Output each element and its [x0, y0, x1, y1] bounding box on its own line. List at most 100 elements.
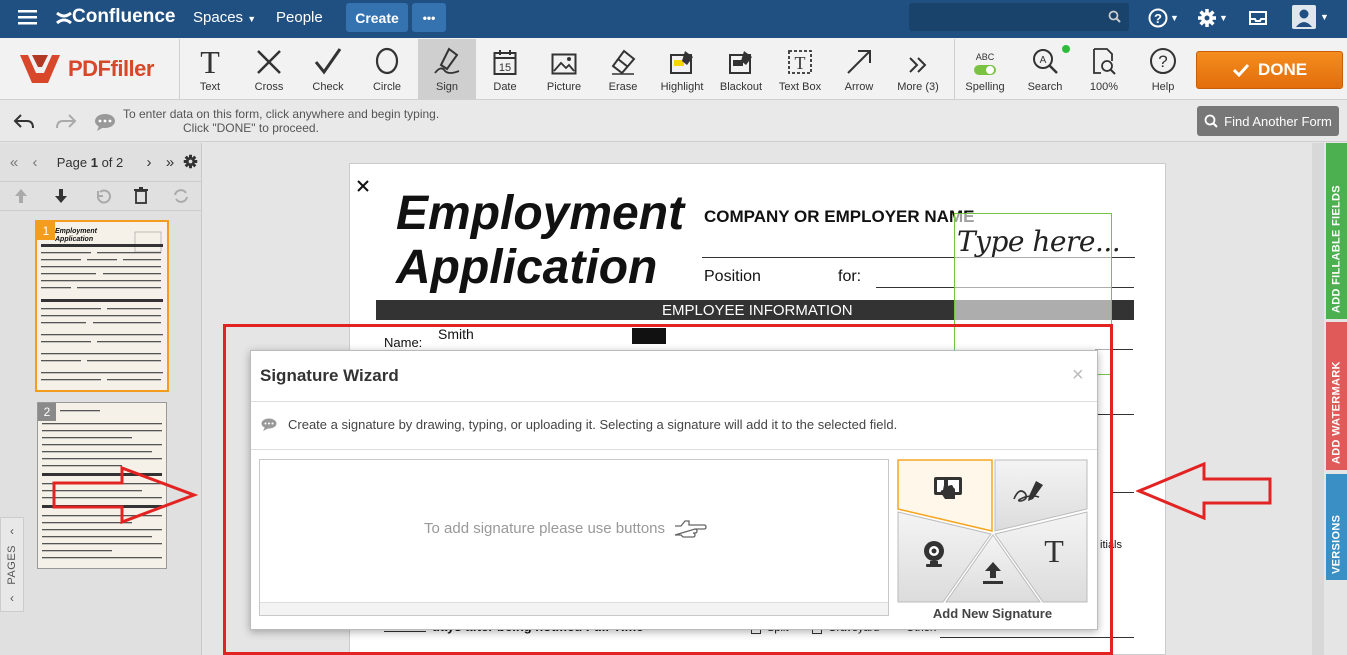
arrow-icon: [847, 50, 871, 74]
page-indicator: Page 1 of 2: [48, 149, 132, 175]
versions-tab[interactable]: VERSIONS: [1326, 474, 1347, 580]
tool-label: 100%: [1089, 81, 1119, 93]
help-menu-icon[interactable]: ? ▼: [1148, 8, 1179, 28]
tool-label: Search: [1027, 81, 1063, 93]
eraser-icon: [611, 49, 636, 75]
more-tools-button[interactable]: More (3): [889, 39, 947, 99]
check-icon: [1232, 63, 1250, 77]
pdffiller-logo-icon: [20, 55, 60, 83]
spelling-toggle-icon: [974, 65, 996, 75]
tool-label: Spelling: [965, 81, 1005, 93]
page-thumbnail-1[interactable]: Employment Application 1: [35, 220, 169, 392]
move-page-up-icon[interactable]: [14, 188, 28, 204]
zoom-button[interactable]: 100%: [1075, 39, 1133, 99]
info-line-2: Click "DONE" to proceed.: [183, 121, 319, 135]
done-button[interactable]: DONE: [1196, 51, 1343, 89]
search-status-dot-icon: [1062, 45, 1070, 53]
spaces-menu[interactable]: Spaces ▼: [193, 9, 256, 26]
create-more-button[interactable]: •••: [412, 3, 446, 32]
tool-label: Highlight: [660, 81, 704, 93]
dialog-description: Create a signature by drawing, typing, o…: [288, 417, 898, 432]
tool-label: Text: [199, 81, 221, 93]
rotate-page-icon[interactable]: [95, 188, 111, 204]
doc-for-label: for:: [838, 268, 862, 285]
more-icon: [909, 57, 927, 73]
text-tool-button[interactable]: T Text: [181, 39, 239, 99]
user-avatar-icon[interactable]: ▼: [1292, 5, 1329, 29]
svg-text:Application: Application: [54, 236, 93, 243]
pages-drawer-tab[interactable]: ‹ PAGES ‹: [0, 517, 24, 612]
help-button[interactable]: ? Help: [1134, 39, 1192, 99]
close-document-icon[interactable]: [356, 179, 370, 193]
signature-hint-text: To add signature please use buttons: [424, 519, 666, 537]
sign-tool-button[interactable]: Sign: [418, 39, 476, 99]
chevron-down-icon: ▼: [247, 14, 257, 24]
search-input[interactable]: [909, 3, 1129, 31]
arrow-tool-button[interactable]: Arrow: [830, 39, 888, 99]
doc-name-label: Name:: [384, 335, 423, 350]
search-icon: [1108, 10, 1121, 23]
next-page-button[interactable]: ›: [140, 149, 158, 175]
tool-label: Arrow: [844, 81, 874, 93]
close-dialog-button[interactable]: ×: [1072, 364, 1084, 387]
current-page: 1: [90, 154, 98, 170]
delete-page-icon[interactable]: [134, 187, 148, 204]
first-page-button[interactable]: «: [4, 149, 24, 175]
settings-gear-icon[interactable]: ▼: [1197, 8, 1228, 28]
search-icon: [1204, 114, 1218, 128]
spaces-label: Spaces: [193, 9, 244, 26]
tool-label: Check: [312, 81, 344, 93]
redo-icon[interactable]: [55, 112, 77, 130]
tool-label: Cross: [254, 81, 284, 93]
sign-icon: [434, 47, 460, 74]
signature-placeholder: Type here...: [957, 225, 1121, 258]
add-new-signature-label: Add New Signature: [932, 606, 1053, 621]
prev-page-button[interactable]: ‹: [26, 149, 44, 175]
page-prefix: Page: [56, 154, 88, 170]
textbox-tool-button[interactable]: T Text Box: [771, 39, 829, 99]
highlight-icon: [670, 51, 693, 74]
doc-position-label: Position: [704, 268, 761, 285]
svg-text:T: T: [795, 53, 806, 73]
pages-label: PAGES: [6, 544, 18, 585]
doc-name-value[interactable]: Smith: [438, 326, 474, 342]
pointing-hand-icon: [674, 520, 707, 538]
info-line-1: To enter data on this form, click anywhe…: [123, 107, 440, 121]
spelling-button[interactable]: ABC Spelling: [956, 39, 1014, 99]
refresh-page-icon[interactable]: [173, 188, 189, 204]
tab-label: ADD WATERMARK: [1330, 361, 1343, 464]
tab-label: VERSIONS: [1330, 514, 1343, 574]
circle-icon: [375, 47, 399, 75]
cross-tool-button[interactable]: Cross: [240, 39, 298, 99]
highlight-tool-button[interactable]: Highlight: [653, 39, 711, 99]
notifications-icon[interactable]: [1248, 9, 1268, 27]
check-tool-button[interactable]: Check: [299, 39, 357, 99]
comment-icon: [261, 418, 277, 431]
tool-label: Erase: [608, 81, 638, 93]
thumbnail-page-number: 1: [37, 222, 55, 240]
tool-label: More (3): [897, 81, 939, 93]
blackout-tool-button[interactable]: Blackout: [712, 39, 770, 99]
undo-icon[interactable]: [13, 112, 35, 130]
picture-tool-button[interactable]: Picture: [535, 39, 593, 99]
textbox-icon: T: [788, 50, 812, 74]
add-watermark-tab[interactable]: ADD WATERMARK: [1326, 322, 1347, 470]
menu-icon[interactable]: [18, 10, 37, 25]
confluence-logo-icon[interactable]: [54, 8, 74, 28]
add-fillable-fields-tab[interactable]: ADD FILLABLE FIELDS: [1326, 143, 1347, 319]
erase-tool-button[interactable]: Erase: [594, 39, 652, 99]
cross-icon: [257, 50, 281, 74]
move-page-down-icon[interactable]: [54, 188, 68, 204]
circle-tool-button[interactable]: Circle: [358, 39, 416, 99]
document-scrollbar[interactable]: [1312, 143, 1324, 655]
date-tool-button[interactable]: 15 Date: [476, 39, 534, 99]
dialog-title: Signature Wizard: [260, 366, 399, 385]
people-link[interactable]: People: [276, 9, 323, 26]
find-another-form-button[interactable]: Find Another Form: [1197, 106, 1339, 136]
tool-label: Circle: [372, 81, 402, 93]
tool-label: Sign: [435, 81, 459, 93]
confluence-brand[interactable]: Confluence: [72, 6, 175, 28]
last-page-button[interactable]: »: [160, 149, 180, 175]
create-button[interactable]: Create: [346, 3, 408, 32]
page-settings-gear-icon[interactable]: [183, 154, 198, 169]
